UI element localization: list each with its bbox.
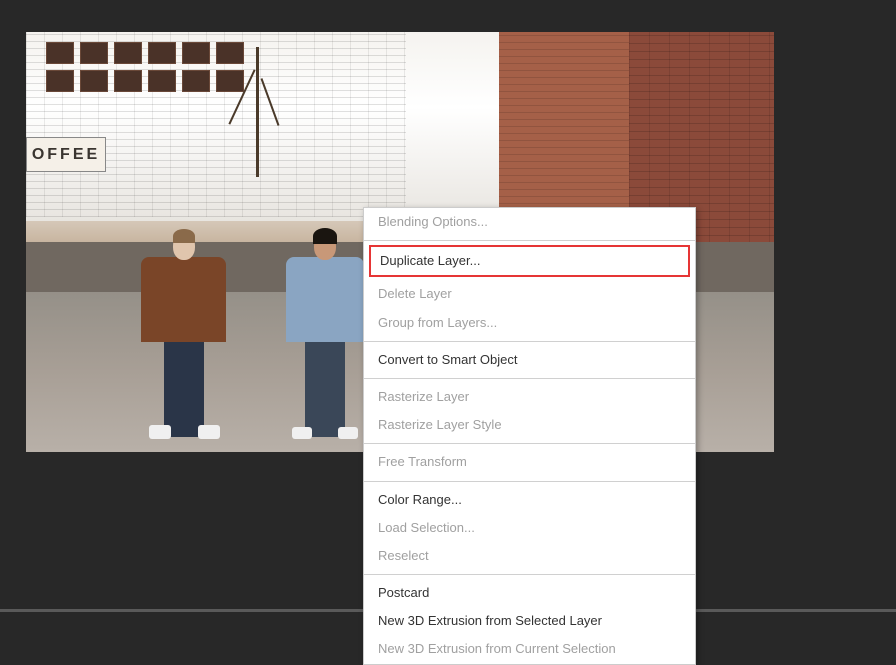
menu-item-reselect: Reselect — [364, 542, 695, 570]
person-1 — [141, 232, 226, 437]
menu-item-duplicate-layer[interactable]: Duplicate Layer... — [369, 245, 690, 277]
layer-context-menu: Blending Options... Duplicate Layer... Del… — [363, 207, 696, 665]
menu-item-new-3d-extrusion-from-current-selection: New 3D Extrusion from Current Selection — [364, 635, 695, 663]
menu-item-blending-options: Blending Options... — [364, 208, 695, 236]
menu-separator — [364, 481, 695, 482]
menu-item-rasterize-layer: Rasterize Layer — [364, 383, 695, 411]
tree — [256, 47, 259, 177]
menu-item-new-3d-extrusion-from-selected-layer[interactable]: New 3D Extrusion from Selected Layer — [364, 607, 695, 635]
menu-item-rasterize-layer-style: Rasterize Layer Style — [364, 411, 695, 439]
menu-separator — [364, 341, 695, 342]
menu-item-free-transform: Free Transform — [364, 448, 695, 476]
building-left — [26, 32, 406, 217]
menu-separator — [364, 240, 695, 241]
menu-item-delete-layer: Delete Layer — [364, 280, 695, 308]
menu-item-convert-to-smart-object[interactable]: Convert to Smart Object — [364, 346, 695, 374]
menu-separator — [364, 378, 695, 379]
menu-item-load-selection: Load Selection... — [364, 514, 695, 542]
menu-separator — [364, 574, 695, 575]
menu-item-group-from-layers: Group from Layers... — [364, 309, 695, 337]
coffee-sign: OFFEE — [26, 137, 106, 172]
menu-item-postcard[interactable]: Postcard — [364, 579, 695, 607]
menu-separator — [364, 443, 695, 444]
menu-item-color-range[interactable]: Color Range... — [364, 486, 695, 514]
building-mid — [499, 32, 644, 232]
person-2 — [286, 232, 364, 437]
